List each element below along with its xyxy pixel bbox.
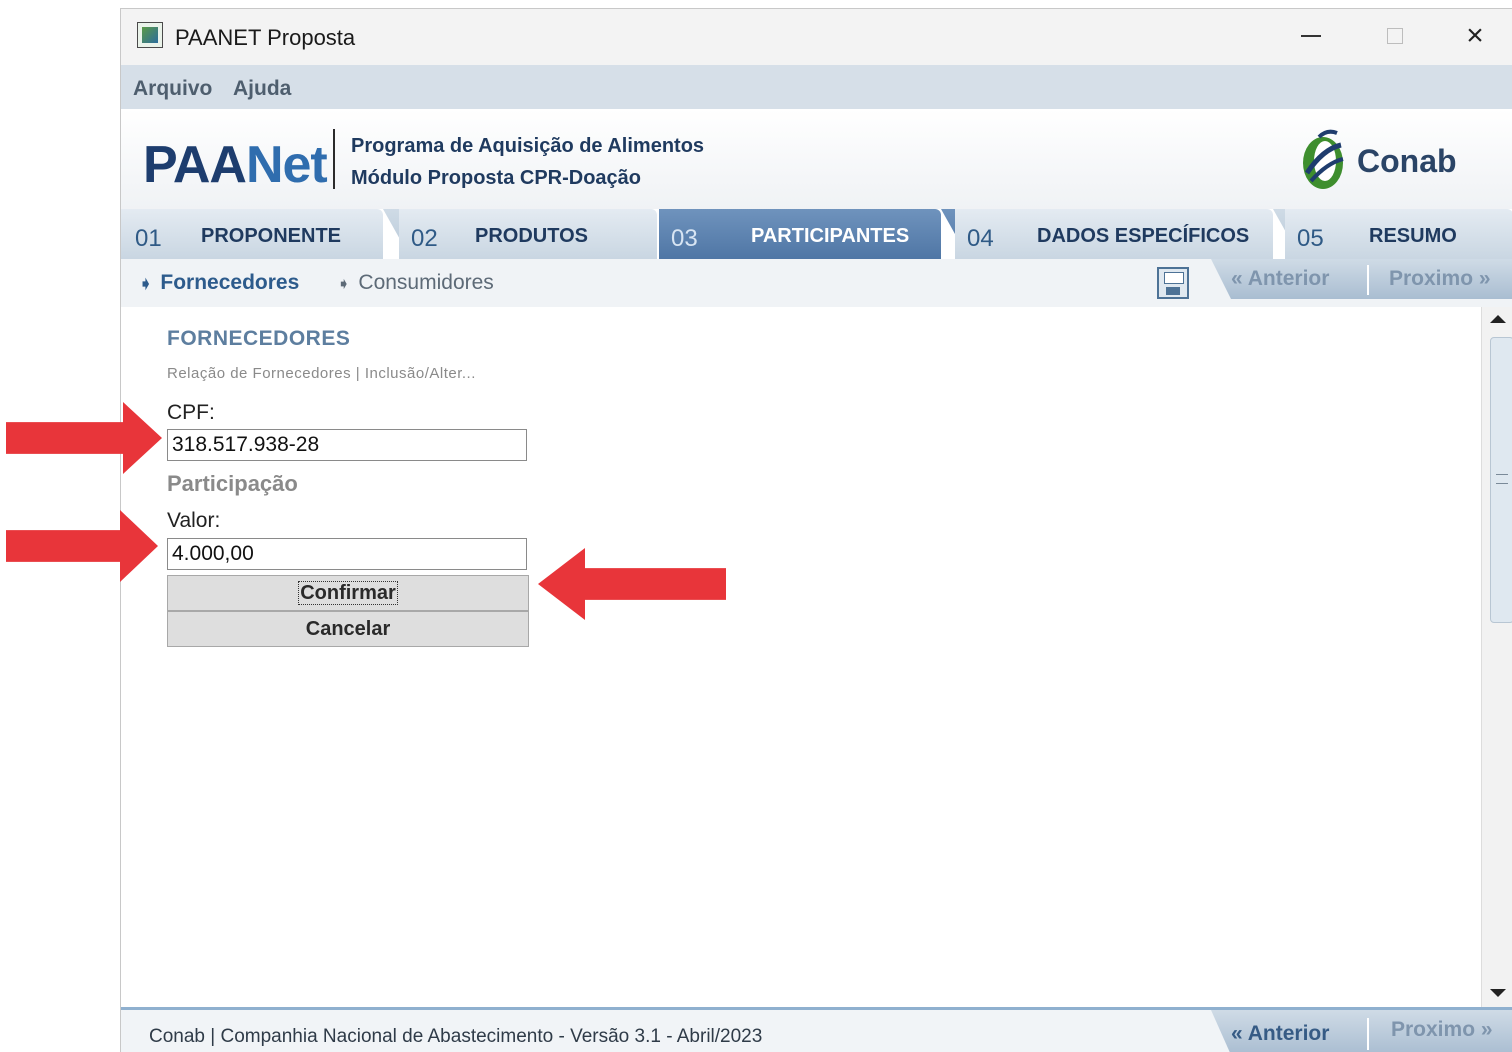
logo-divider xyxy=(333,129,335,189)
tab-label: DADOS ESPECÍFICOS xyxy=(1037,225,1250,247)
menu-ajuda[interactable]: Ajuda xyxy=(233,77,291,101)
tab-label: PRODUTOS xyxy=(475,225,588,247)
scroll-thumb[interactable] xyxy=(1490,337,1512,623)
conab-logo-icon xyxy=(1303,129,1344,189)
next-label: Proximo xyxy=(1391,1018,1476,1041)
grip-icon xyxy=(1496,474,1508,484)
double-chevron-left-icon: « xyxy=(1231,1022,1243,1045)
close-button[interactable]: × xyxy=(1453,17,1497,55)
scroll-down-icon[interactable] xyxy=(1490,989,1506,997)
double-chevron-right-icon: » xyxy=(1480,1018,1493,1041)
double-chevron-left-icon: « xyxy=(1231,267,1243,290)
tab-produtos[interactable]: 02 PRODUTOS xyxy=(399,209,657,259)
previous-label: Anterior xyxy=(1247,1022,1330,1045)
maximize-button[interactable] xyxy=(1373,17,1417,55)
logo-net-text: Net xyxy=(245,136,328,194)
cancel-button[interactable]: Cancelar xyxy=(167,611,529,647)
form-panel: FORNECEDORES Relação de Fornecedores | I… xyxy=(121,307,1481,1007)
subnav-label: Fornecedores xyxy=(160,271,300,294)
tab-number: 02 xyxy=(411,225,438,252)
previous-button[interactable]: « Anterior xyxy=(1231,267,1329,291)
save-icon[interactable] xyxy=(1157,267,1189,299)
tab-number: 03 xyxy=(671,225,698,252)
logo-paa-text: PAA xyxy=(143,136,247,194)
maximize-icon xyxy=(1387,28,1403,44)
tab-label: RESUMO xyxy=(1369,225,1457,247)
title-bar: PAANET Proposta × xyxy=(121,9,1512,65)
vertical-scrollbar[interactable] xyxy=(1481,307,1512,1007)
tab-resumo[interactable]: 05 RESUMO xyxy=(1285,209,1512,259)
wizard-tabs: 01 PROPONENTE 02 PRODUTOS 03 PARTICIPANT… xyxy=(121,209,1512,259)
subnav-consumidores[interactable]: ➧ Consumidores xyxy=(337,271,494,295)
previous-label: Anterior xyxy=(1247,267,1330,290)
section-title: FORNECEDORES xyxy=(167,327,351,350)
nav-divider xyxy=(1367,265,1369,295)
next-button[interactable]: Proximo » xyxy=(1389,267,1491,291)
tab-participantes[interactable]: 03 PARTICIPANTES xyxy=(659,209,941,259)
arrow-right-icon: ➧ xyxy=(139,276,153,293)
tab-number: 01 xyxy=(135,225,162,252)
breadcrumb: Relação de Fornecedores | Inclusão/Alter… xyxy=(167,365,476,382)
arrow-right-icon: ➧ xyxy=(337,276,351,293)
participacao-heading: Participação xyxy=(167,471,298,496)
tab-label: PROPONENTE xyxy=(201,225,342,247)
valor-input[interactable]: 4.000,00 xyxy=(167,538,527,570)
close-icon: × xyxy=(1466,19,1484,52)
program-name: Programa de Aquisição de Alimentos xyxy=(351,135,705,157)
status-footer: Conab | Companhia Nacional de Abastecime… xyxy=(121,1007,1512,1052)
cpf-label: CPF: xyxy=(167,401,215,424)
menu-bar: Arquivo Ajuda xyxy=(121,65,1512,109)
tab-dados-especificos[interactable]: 04 DADOS ESPECÍFICOS xyxy=(955,209,1273,259)
paanet-logo: PAANet xyxy=(143,135,328,195)
conab-brand: Conab xyxy=(1357,143,1457,179)
app-icon xyxy=(137,22,163,48)
module-name: Módulo Proposta CPR-Doação xyxy=(351,167,642,189)
footer-next-button[interactable]: Proximo » xyxy=(1391,1018,1493,1042)
scroll-up-icon[interactable] xyxy=(1490,315,1506,323)
footer-previous-button[interactable]: « Anterior xyxy=(1231,1022,1329,1046)
nav-divider xyxy=(1367,1018,1369,1050)
confirm-button[interactable]: Confirmar xyxy=(167,575,529,611)
valor-label: Valor: xyxy=(167,509,221,532)
window-title: PAANET Proposta xyxy=(175,25,356,50)
confirm-label: Confirmar xyxy=(298,581,398,605)
tab-number: 05 xyxy=(1297,225,1324,252)
footer-text: Conab | Companhia Nacional de Abastecime… xyxy=(149,1026,763,1047)
app-banner: PAANet Programa de Aquisição de Alimento… xyxy=(121,109,1512,219)
tab-proponente[interactable]: 01 PROPONENTE xyxy=(121,209,383,259)
sub-navigation: ➧ Fornecedores ➧ Consumidores « Anterior P… xyxy=(121,259,1512,308)
tab-label: PARTICIPANTES xyxy=(751,225,910,247)
subnav-label: Consumidores xyxy=(358,271,494,294)
minimize-button[interactable] xyxy=(1289,17,1333,55)
menu-arquivo[interactable]: Arquivo xyxy=(133,77,212,101)
tab-number: 04 xyxy=(967,225,994,252)
next-label: Proximo xyxy=(1389,267,1474,290)
subnav-fornecedores[interactable]: ➧ Fornecedores xyxy=(139,271,299,295)
cpf-input[interactable]: 318.517.938-28 xyxy=(167,429,527,461)
double-chevron-right-icon: » xyxy=(1478,267,1491,290)
minimize-icon xyxy=(1301,35,1321,37)
app-window: PAANET Proposta × Arquivo Ajuda PAANet P… xyxy=(120,8,1512,1052)
